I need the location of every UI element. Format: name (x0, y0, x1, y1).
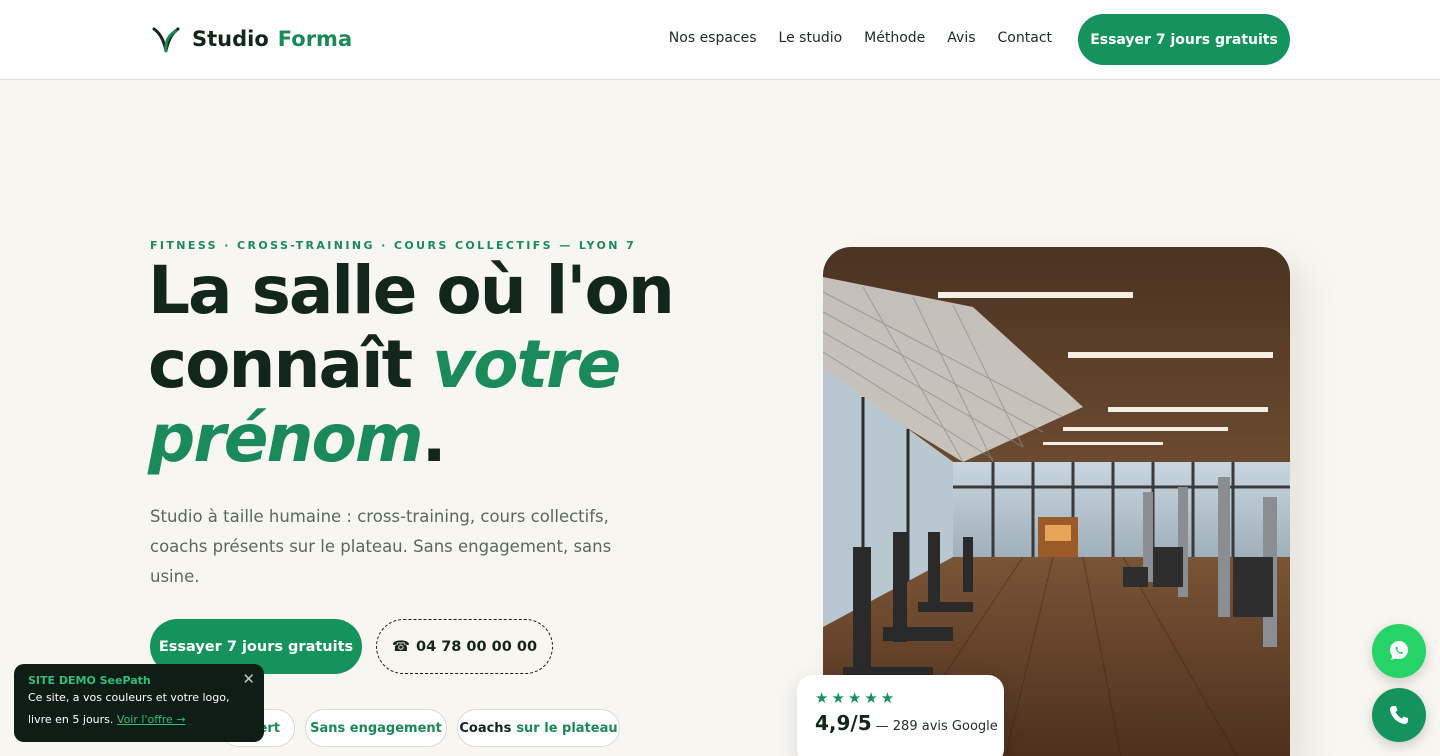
demo-toast-link[interactable]: Voir l'offre → (117, 713, 186, 726)
feature-pill-2: Sans engagement (305, 709, 447, 747)
rating-score-line: 4,9/5— 289 avis Google (815, 711, 998, 735)
top-navbar: Studio Forma Nos espaces Le studio Métho… (0, 0, 1440, 80)
whatsapp-icon (1390, 641, 1408, 660)
hero-lead: Studio à taille humaine : cross-training… (150, 507, 612, 586)
rating-card: ★★★★★ 4,9/5— 289 avis Google (797, 675, 1004, 756)
hero-title: La salle où l'on connaît votre prénom. (148, 254, 708, 476)
hero-title-accent2: prénom (148, 400, 424, 477)
hero-phone-button[interactable]: ☎ 04 78 00 00 00 (376, 619, 553, 674)
nav-link-methode[interactable]: Méthode (864, 30, 925, 46)
brand-logo[interactable]: Studio Forma (150, 22, 352, 56)
brand-name-part2: Forma (277, 27, 353, 51)
whatsapp-button[interactable] (1372, 624, 1426, 678)
leaf-logo-icon (152, 27, 180, 53)
phone-icon (1390, 706, 1408, 724)
hero-eyebrow: FITNESS · CROSS-TRAINING · COURS COLLECT… (150, 239, 637, 252)
hero-title-period: . (421, 400, 447, 477)
hero-title-line2: connaît (148, 326, 433, 403)
hero-phone-number: 04 78 00 00 00 (415, 638, 538, 655)
feature-pill-2-text: Sans engagement (310, 720, 442, 736)
nav-links: Nos espaces Le studio Méthode Avis Conta… (669, 30, 1052, 46)
nav-link-studio[interactable]: Le studio (779, 30, 843, 46)
hero-title-accent1: votre (432, 326, 621, 403)
feature-pill-3: Coachs sur le plateau (457, 709, 620, 747)
close-icon[interactable]: ✕ (242, 670, 255, 688)
phone-glyph-icon: ☎ (391, 638, 410, 655)
hero-title-line1: La salle où l'on (148, 252, 675, 329)
demo-toast: SITE DEMO SeePath Ce site, a vos couleur… (14, 664, 264, 742)
feature-pill-3-strong: Coachs (459, 720, 512, 736)
brand-name-part1: Studio (192, 27, 269, 51)
call-button[interactable] (1372, 688, 1426, 742)
nav-trial-button[interactable]: Essayer 7 jours gratuits (1078, 14, 1290, 65)
demo-toast-body: Ce site, a vos couleurs et votre logo, l… (28, 687, 250, 731)
nav-link-espaces[interactable]: Nos espaces (669, 30, 757, 46)
rating-stars-icon: ★★★★★ (815, 689, 898, 707)
demo-toast-title: SITE DEMO SeePath (28, 674, 151, 687)
rating-detail: — 289 avis Google (875, 719, 998, 734)
rating-score: 4,9/5 (815, 711, 872, 735)
nav-link-contact[interactable]: Contact (998, 30, 1052, 46)
feature-pill-3-text: sur le plateau (516, 720, 618, 736)
nav-link-avis[interactable]: Avis (947, 30, 975, 46)
